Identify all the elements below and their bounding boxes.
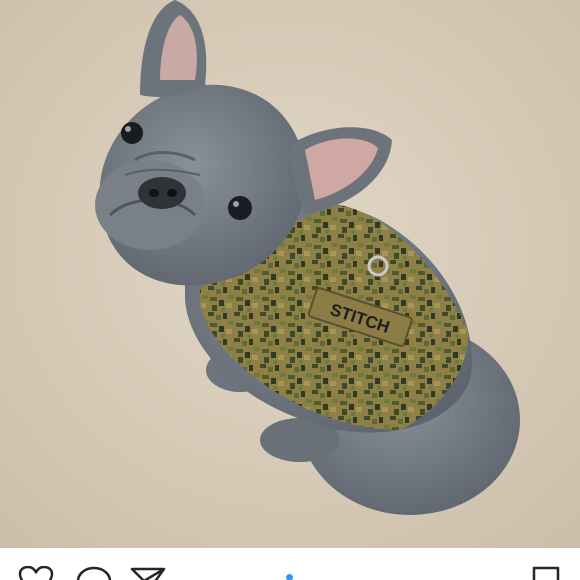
save-button[interactable]	[528, 566, 564, 580]
dog-nose	[138, 177, 186, 209]
share-button[interactable]	[130, 566, 166, 580]
speech-bubble-icon	[76, 566, 112, 580]
carousel-indicator	[286, 574, 293, 580]
post-action-bar	[0, 548, 580, 580]
post-photo[interactable]: STITCH	[0, 0, 580, 548]
like-button[interactable]	[18, 566, 54, 580]
french-bulldog-photo: STITCH	[0, 0, 580, 548]
paper-plane-icon	[130, 567, 166, 580]
comment-button[interactable]	[76, 566, 112, 580]
heart-outline-icon	[18, 566, 54, 580]
instagram-post: STITCH	[0, 0, 580, 580]
dog-right-eye	[228, 196, 252, 220]
bookmark-icon	[532, 566, 560, 580]
dog-left-eye	[121, 122, 143, 144]
